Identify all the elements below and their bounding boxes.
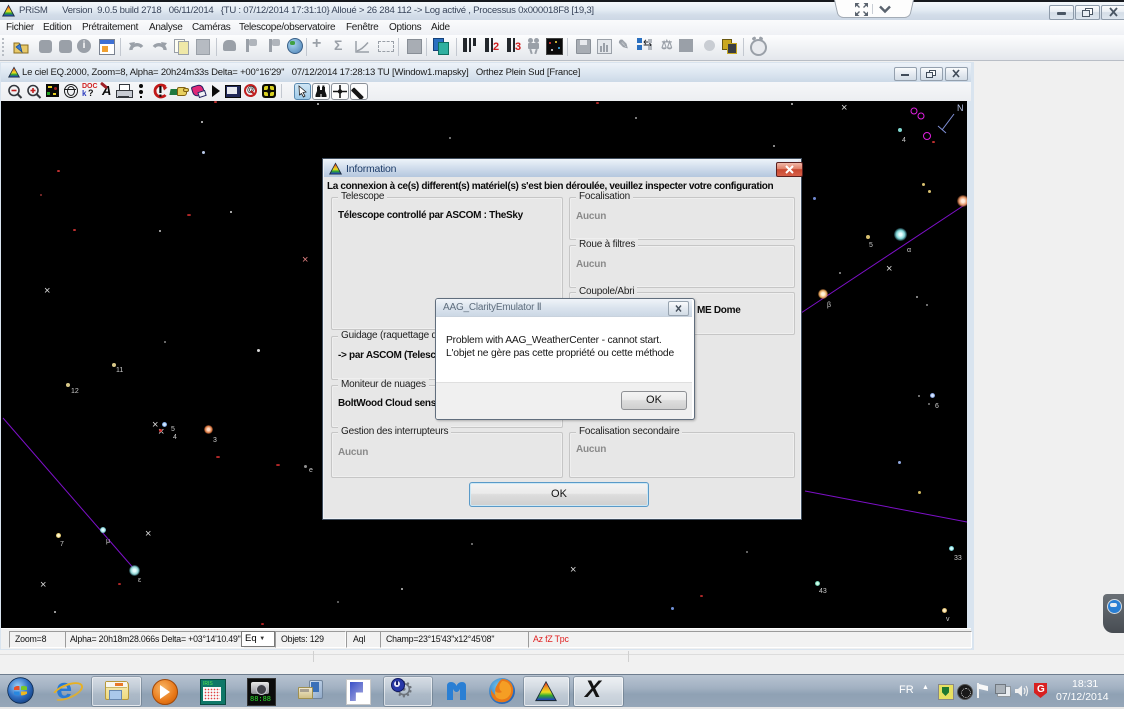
svg-text:N: N (957, 103, 964, 113)
